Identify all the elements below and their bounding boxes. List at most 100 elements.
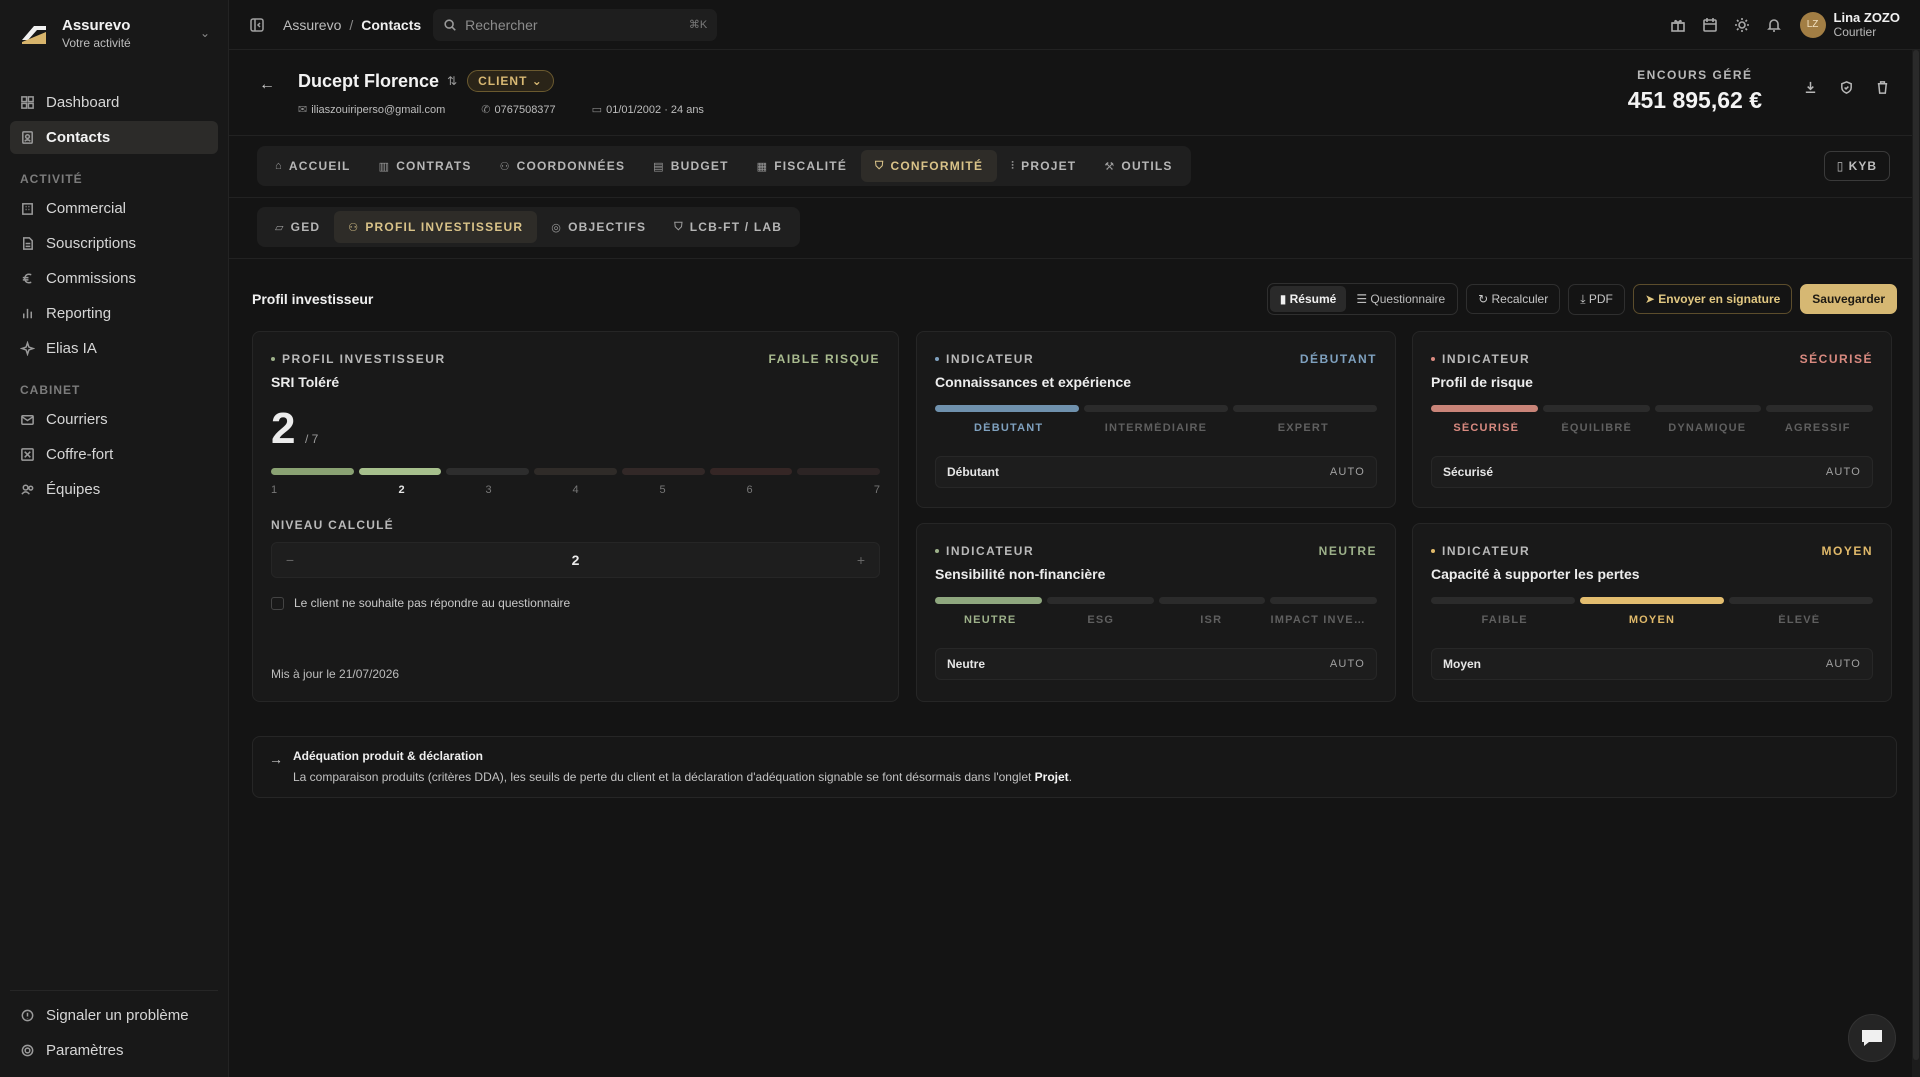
- chat-button[interactable]: [1848, 1014, 1896, 1062]
- kyb-button[interactable]: ▯ KYB: [1823, 151, 1890, 181]
- level-label[interactable]: IMPACT INVESTISSEMENT: [1267, 614, 1378, 626]
- level-label[interactable]: DÉBUTANT: [935, 422, 1082, 434]
- breadcrumb-root[interactable]: Assurevo: [283, 17, 341, 33]
- sri-scale-labels: 1 2 3 4 5 6 7: [271, 484, 880, 496]
- status-badge[interactable]: CLIENT ⌄: [467, 70, 554, 92]
- sidebar-item-coffre-fort[interactable]: Coffre-fort: [10, 438, 218, 471]
- tab-ged[interactable]: ▱ GED: [261, 211, 334, 243]
- tab-accueil[interactable]: ⌂ ACCUEIL: [261, 150, 365, 182]
- gift-icon[interactable]: [1670, 17, 1686, 33]
- encours-block: ENCOURS GÉRÉ 451 895,62 €: [1628, 68, 1762, 114]
- level-bar[interactable]: [935, 597, 1042, 604]
- tab-profil-investisseur[interactable]: ⚇ PROFIL INVESTISSEUR: [334, 211, 538, 243]
- level-value[interactable]: 2: [308, 552, 843, 568]
- sidebar-item-souscriptions[interactable]: Souscriptions: [10, 227, 218, 260]
- send-signature-button[interactable]: ➤ Envoyer en signature: [1632, 284, 1793, 314]
- level-bar[interactable]: [1084, 405, 1228, 412]
- sidebar-item-commercial[interactable]: Commercial: [10, 192, 218, 225]
- view-questionnaire-button[interactable]: ☰ Questionnaire: [1346, 286, 1455, 312]
- level-bar[interactable]: [935, 405, 1079, 412]
- sidebar-item-equipes[interactable]: Équipes: [10, 473, 218, 506]
- download-icon[interactable]: [1803, 80, 1818, 95]
- level-label[interactable]: NEUTRE: [935, 614, 1046, 626]
- level-bar[interactable]: [1654, 405, 1762, 412]
- bell-icon[interactable]: [1766, 17, 1782, 33]
- level-bar[interactable]: [1580, 597, 1724, 604]
- level-stepper[interactable]: − 2 +: [271, 542, 880, 578]
- trash-icon[interactable]: [1875, 80, 1890, 95]
- no-answer-checkbox[interactable]: [271, 596, 284, 610]
- level-label[interactable]: ÉLEVÉ: [1726, 614, 1873, 626]
- level-label[interactable]: EXPERT: [1230, 422, 1377, 434]
- level-bar[interactable]: [1766, 405, 1873, 412]
- sidebar-item-dashboard[interactable]: Dashboard: [10, 86, 218, 119]
- level-label[interactable]: MOYEN: [1578, 614, 1725, 626]
- note-link-projet[interactable]: Projet: [1035, 770, 1069, 784]
- user-name: Lina ZOZO: [1833, 10, 1900, 25]
- contact-phone[interactable]: 0767508377: [494, 104, 555, 116]
- level-label[interactable]: INTERMÉDIAIRE: [1082, 422, 1229, 434]
- increment-button[interactable]: +: [843, 552, 879, 568]
- tab-lcb-ft[interactable]: ⛉ LCB-FT / LAB: [660, 211, 796, 243]
- scrollbar-thumb[interactable]: [1913, 50, 1919, 1060]
- view-resume-button[interactable]: ▮ Résumé: [1269, 286, 1347, 312]
- tab-objectifs[interactable]: ◎ OBJECTIFS: [537, 211, 660, 243]
- tab-outils[interactable]: ⚒ OUTILS: [1090, 150, 1186, 182]
- level-label[interactable]: SÉCURISÉ: [1431, 422, 1542, 434]
- tab-conformite[interactable]: ⛉ CONFORMITÉ: [861, 150, 998, 182]
- level-label[interactable]: ÉQUILIBRÉ: [1542, 422, 1653, 434]
- chevron-down-icon: ⌄: [199, 26, 210, 40]
- sidebar-item-reporting[interactable]: Reporting: [10, 297, 218, 330]
- workspace-switcher[interactable]: Assurevo Votre activité ⌄: [0, 0, 228, 66]
- indicator-card-profil-risque: INDICATEUR SÉCURISÉ Profil de risque SÉCURI…: [1412, 331, 1892, 508]
- level-bar[interactable]: [1270, 597, 1377, 604]
- encours-value: 451 895,62 €: [1627, 87, 1762, 113]
- sun-icon[interactable]: [1734, 17, 1750, 33]
- sidebar-item-report-problem[interactable]: Signaler un problème: [10, 999, 218, 1032]
- contact-email[interactable]: iliaszouiriperso@gmail.com: [311, 104, 445, 116]
- level-bar[interactable]: [1431, 405, 1538, 412]
- sort-arrows-icon[interactable]: ⇅: [447, 74, 457, 88]
- tab-coordonnees[interactable]: ⚇ COORDONNÉES: [486, 150, 640, 182]
- view-resume-label: Résumé: [1289, 292, 1337, 306]
- recalculate-button[interactable]: ↻ Recalculer: [1466, 284, 1561, 314]
- save-button[interactable]: Sauvegarder: [1800, 284, 1897, 314]
- sidebar-item-contacts[interactable]: Contacts: [10, 121, 218, 154]
- decrement-button[interactable]: −: [272, 552, 308, 568]
- level-label[interactable]: FAIBLE: [1431, 614, 1578, 626]
- indicator-value-field[interactable]: Débutant AUTO: [935, 456, 1377, 488]
- indicator-value-field[interactable]: Moyen AUTO: [1431, 648, 1873, 680]
- calendar-icon[interactable]: [1702, 17, 1718, 33]
- back-arrow-icon[interactable]: ←: [259, 76, 275, 94]
- level-bar[interactable]: [1233, 405, 1377, 412]
- indicator-value-field[interactable]: Sécurisé AUTO: [1431, 456, 1873, 488]
- status-dot: [935, 549, 939, 553]
- no-answer-label[interactable]: Le client ne souhaite pas répondre au qu…: [294, 596, 570, 610]
- pdf-button[interactable]: ⤓ PDF: [1568, 283, 1625, 315]
- level-bar[interactable]: [1431, 597, 1575, 604]
- level-label[interactable]: ISR: [1156, 614, 1267, 626]
- level-bar[interactable]: [1046, 597, 1154, 604]
- shield-check-icon[interactable]: [1839, 80, 1854, 95]
- tab-projet[interactable]: ⫶ PROJET: [997, 150, 1090, 182]
- tab-contrats[interactable]: ▥ CONTRATS: [365, 150, 486, 182]
- user-icon: ⚇: [499, 160, 511, 173]
- sidebar-item-courriers[interactable]: Courriers: [10, 403, 218, 436]
- level-bar[interactable]: [1542, 405, 1650, 412]
- level-bar[interactable]: [1158, 597, 1266, 604]
- sidebar-item-elias-ia[interactable]: Elias IA: [10, 332, 218, 365]
- level-label[interactable]: DYNAMIQUE: [1652, 422, 1763, 434]
- level-label[interactable]: AGRESSIF: [1763, 422, 1874, 434]
- encours-label: ENCOURS GÉRÉ: [1637, 68, 1753, 82]
- search-input[interactable]: Rechercher ⌘K: [433, 8, 718, 41]
- tab-budget[interactable]: ▤ BUDGET: [639, 150, 742, 182]
- level-label[interactable]: ESG: [1046, 614, 1157, 626]
- sidebar-item-commissions[interactable]: Commissions: [10, 262, 218, 295]
- tab-fiscalite[interactable]: ▦ FISCALITÉ: [743, 150, 861, 182]
- sidebar-toggle-icon[interactable]: [249, 17, 265, 33]
- sidebar-item-settings[interactable]: Paramètres: [10, 1034, 218, 1067]
- indicator-value-field[interactable]: Neutre AUTO: [935, 648, 1377, 680]
- level-bar[interactable]: [1729, 597, 1873, 604]
- user-menu[interactable]: LZ Lina ZOZO Courtier: [1799, 10, 1900, 39]
- sri-scale-label: 5: [659, 484, 666, 496]
